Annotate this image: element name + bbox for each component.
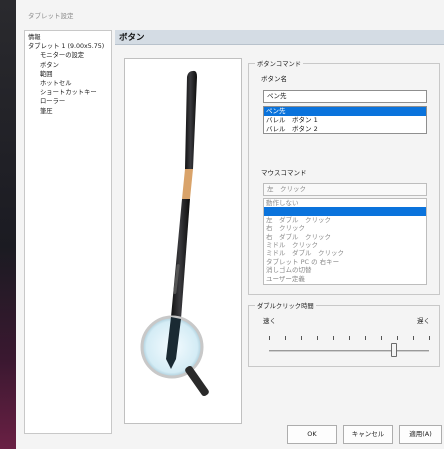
pen-body bbox=[171, 70, 197, 319]
panel-title: ボタン bbox=[119, 33, 145, 43]
mouse-command-list[interactable]: 動作しない左 ダブル クリック右 クリック右 ダブル クリック ミドル クリックミ… bbox=[263, 198, 427, 285]
tree-item[interactable]: ショートカットキー bbox=[28, 88, 108, 97]
button-list-item[interactable]: バレル ボタン 1 bbox=[264, 116, 426, 125]
button-name-field[interactable]: ペン先 bbox=[263, 90, 427, 103]
mouse-command-item[interactable]: 左 ダブル クリック bbox=[264, 216, 426, 224]
button-list-item[interactable]: ペン先 bbox=[264, 107, 426, 116]
fast-label: 速く bbox=[263, 317, 276, 325]
slider-tick bbox=[301, 336, 302, 340]
tree-item[interactable]: 筆圧 bbox=[28, 107, 108, 116]
button-command-group: ボタンコマンド ボタン名 ペン先 ペン先 バレル ボタン 1 バレル ボタン 2 マ… bbox=[248, 59, 440, 295]
slider-track[interactable] bbox=[269, 350, 429, 352]
tree-item[interactable]: ボタン bbox=[28, 61, 108, 70]
mouse-command-item[interactable] bbox=[264, 207, 426, 216]
tree-item[interactable]: ホットセル bbox=[28, 79, 108, 88]
window-title: タブレット設定 bbox=[28, 12, 74, 20]
mouse-command-item[interactable]: ユーザー定義 bbox=[264, 275, 426, 283]
settings-tree[interactable]: 情報 タブレット 1 (9.00x5.75) モニターの設定 ボタン 範囲 ホットセル ショ… bbox=[24, 30, 112, 434]
double-click-group: ダブルクリック時間 速く 遅く bbox=[248, 301, 440, 367]
mouse-command-field[interactable]: 左 クリック bbox=[263, 183, 427, 196]
pen-illustration bbox=[124, 58, 242, 424]
button-list[interactable]: ペン先 バレル ボタン 1 バレル ボタン 2 bbox=[263, 106, 427, 134]
slider-tick bbox=[397, 336, 398, 340]
slider-tick bbox=[317, 336, 318, 340]
slider-tick bbox=[285, 336, 286, 340]
slow-label: 遅く bbox=[417, 317, 430, 325]
button-command-title: ボタンコマンド bbox=[255, 59, 304, 68]
mouse-command-item[interactable]: ミドル ダブル クリック bbox=[264, 249, 426, 257]
button-list-item[interactable]: バレル ボタン 2 bbox=[264, 125, 426, 133]
button-name-label: ボタン名 bbox=[261, 75, 287, 83]
slider-tick bbox=[269, 336, 270, 340]
tree-item[interactable]: モニターの設定 bbox=[28, 51, 108, 60]
tree-item[interactable]: 情報 bbox=[28, 33, 108, 42]
slider-tick bbox=[381, 336, 382, 340]
desktop-background bbox=[0, 0, 16, 449]
mouse-command-label: マウスコマンド bbox=[261, 169, 307, 177]
slider-tick bbox=[365, 336, 366, 340]
panel-header: ボタン bbox=[115, 30, 444, 45]
pen-image bbox=[140, 70, 209, 397]
mouse-command-item[interactable]: 消しゴムの切替 bbox=[264, 266, 426, 274]
mouse-command-item[interactable]: 右 クリック bbox=[264, 224, 426, 232]
mouse-command-item[interactable]: 動作しない bbox=[264, 199, 426, 207]
tree-item[interactable]: ローラー bbox=[28, 97, 108, 106]
ok-button[interactable]: OK bbox=[287, 425, 337, 444]
tree-item[interactable]: 範囲 bbox=[28, 70, 108, 79]
tablet-settings-window: タブレット設定 情報 タブレット 1 (9.00x5.75) モニターの設定 ボタン範… bbox=[16, 0, 444, 449]
slider-thumb[interactable] bbox=[390, 343, 397, 357]
tree-item[interactable]: タブレット 1 (9.00x5.75) bbox=[28, 42, 108, 51]
mouse-command-item[interactable]: 右 ダブル クリック bbox=[264, 233, 426, 241]
slider-tick bbox=[413, 336, 414, 340]
double-click-title: ダブルクリック時間 bbox=[255, 301, 316, 310]
slider-tick bbox=[429, 336, 430, 340]
slider-tick bbox=[349, 336, 350, 340]
slider-tick bbox=[333, 336, 334, 340]
mouse-command-item[interactable]: タブレット PC の 右キー bbox=[264, 258, 426, 266]
magnifier-handle bbox=[185, 365, 209, 397]
apply-button[interactable]: 適用(A) bbox=[399, 425, 442, 444]
cancel-button[interactable]: キャンセル bbox=[343, 425, 393, 444]
